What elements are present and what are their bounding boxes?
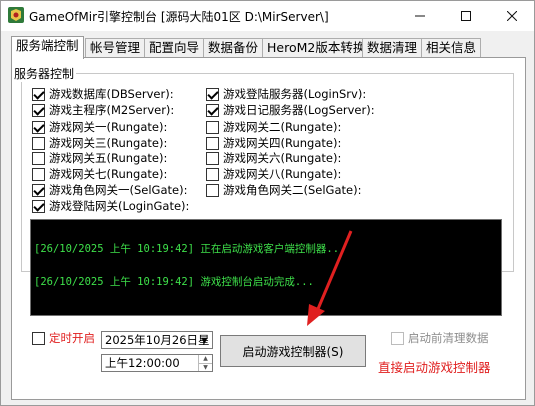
checkbox-box[interactable] — [32, 87, 45, 101]
checkbox-logserver[interactable]: 游戏日记服务器(LogServer): — [206, 102, 375, 118]
checkbox-label: 游戏网关八(Rungate): — [223, 167, 342, 181]
checkbox-box[interactable] — [32, 199, 45, 213]
checkbox-box[interactable] — [206, 167, 219, 181]
checkbox-box[interactable] — [32, 136, 45, 150]
spin-down-icon[interactable]: ▼ — [199, 362, 212, 372]
checkbox-label: 游戏网关三(Rungate): — [49, 136, 168, 150]
cleanup-before-start-checkbox[interactable]: 启动前清理数据 — [391, 330, 489, 346]
start-controller-button[interactable]: 启动游戏控制器(S) — [220, 335, 366, 367]
close-button[interactable] — [489, 1, 535, 31]
close-icon — [507, 11, 517, 21]
time-picker[interactable]: 上午12:00:00 ▲ ▼ — [101, 354, 213, 372]
checkbox-label: 游戏主程序(M2Server): — [49, 103, 175, 117]
annotation-hint: 直接启动游戏控制器 — [378, 360, 491, 375]
maximize-icon — [461, 11, 471, 21]
log-line: [26/10/2025 上午 10:19:42] 游戏控制台启动完成... — [34, 276, 314, 288]
group-title: 服务器控制 — [12, 65, 77, 82]
checkbox-rungate-5[interactable]: 游戏网关五(Rungate): — [32, 150, 167, 166]
minimize-button[interactable] — [397, 1, 443, 31]
checkbox-logingate[interactable]: 游戏登陆网关(LoginGate): — [32, 198, 189, 214]
cleanup-label: 启动前清理数据 — [408, 331, 489, 345]
checkbox-box[interactable] — [206, 103, 219, 117]
checkbox-box[interactable] — [32, 183, 45, 197]
tab-data-cleanup[interactable]: 数据清理 — [362, 38, 423, 58]
checkbox-box[interactable] — [206, 136, 219, 150]
checkbox-box[interactable] — [32, 151, 45, 165]
checkbox-label: 游戏网关一(Rungate): — [49, 120, 168, 134]
tab-account-management[interactable]: 帐号管理 — [85, 38, 146, 58]
checkbox-label: 游戏日记服务器(LogServer): — [223, 103, 375, 117]
checkbox-rungate-6[interactable]: 游戏网关六(Rungate): — [206, 150, 341, 166]
tab-herom2-convert[interactable]: HeroM2版本转换 — [262, 38, 371, 58]
tab-data-backup[interactable]: 数据备份 — [203, 38, 264, 58]
app-icon — [8, 7, 24, 23]
checkbox-label: 游戏角色网关一(SelGate): — [49, 183, 188, 197]
timer-label: 定时开启 — [49, 331, 95, 345]
annotation-arrow-icon — [307, 230, 353, 326]
tab-related-info[interactable]: 相关信息 — [421, 38, 482, 58]
tab-config-wizard[interactable]: 配置向导 — [144, 38, 205, 58]
log-line: [26/10/2025 上午 10:19:42] 正在启动游戏客户端控制器... — [34, 243, 346, 255]
title-bar[interactable]: GameOfMir引擎控制台 [源码大陆01区 D:\MirServer\] — [1, 1, 534, 31]
checkbox-label: 游戏数据库(DBServer): — [49, 87, 174, 101]
checkbox-label: 游戏网关四(Rungate): — [223, 136, 342, 150]
timer-checkbox[interactable]: 定时开启 — [32, 330, 95, 346]
checkbox-rungate-3[interactable]: 游戏网关三(Rungate): — [32, 135, 167, 151]
maximize-button[interactable] — [443, 1, 489, 31]
checkbox-box[interactable] — [391, 331, 404, 345]
spin-up-icon[interactable]: ▲ — [199, 355, 212, 363]
checkbox-selgate-1[interactable]: 游戏角色网关一(SelGate): — [32, 182, 187, 198]
window-title: GameOfMir引擎控制台 [源码大陆01区 D:\MirServer\] — [29, 10, 329, 24]
checkbox-label: 游戏登陆网关(LoginGate): — [49, 199, 190, 213]
date-picker[interactable]: 2025年10月26日星 ▼ — [101, 331, 213, 349]
checkbox-box[interactable] — [206, 151, 219, 165]
checkbox-box[interactable] — [206, 87, 219, 101]
date-value: 2025年10月26日星 — [105, 333, 210, 347]
checkbox-dbserver[interactable]: 游戏数据库(DBServer): — [32, 86, 174, 102]
checkbox-box[interactable] — [206, 183, 219, 197]
time-spinner[interactable]: ▲ ▼ — [198, 355, 212, 371]
main-window: GameOfMir引擎控制台 [源码大陆01区 D:\MirServer\] 服… — [0, 0, 535, 406]
start-button-label: 启动游戏控制器(S) — [242, 344, 344, 359]
checkbox-rungate-4[interactable]: 游戏网关四(Rungate): — [206, 135, 341, 151]
time-value: 上午12:00:00 — [105, 356, 180, 370]
checkbox-rungate-1[interactable]: 游戏网关一(Rungate): — [32, 119, 167, 135]
checkbox-label: 游戏网关七(Rungate): — [49, 167, 168, 181]
checkbox-label: 游戏登陆服务器(LoginSrv): — [223, 87, 367, 101]
checkbox-rungate-7[interactable]: 游戏网关七(Rungate): — [32, 166, 167, 182]
tab-strip: 服务端控制 帐号管理 配置向导 数据备份 HeroM2版本转换 数据清理 相关信… — [11, 36, 531, 59]
checkbox-rungate-8[interactable]: 游戏网关八(Rungate): — [206, 166, 341, 182]
checkbox-loginsrv[interactable]: 游戏登陆服务器(LoginSrv): — [206, 86, 366, 102]
checkbox-label: 游戏网关六(Rungate): — [223, 151, 342, 165]
checkbox-box[interactable] — [32, 120, 45, 134]
checkbox-box[interactable] — [32, 331, 45, 345]
minimize-icon — [415, 15, 425, 17]
checkbox-rungate-2[interactable]: 游戏网关二(Rungate): — [206, 119, 341, 135]
checkbox-label: 游戏角色网关二(SelGate): — [223, 183, 362, 197]
checkbox-label: 游戏网关五(Rungate): — [49, 151, 168, 165]
tab-server-control[interactable]: 服务端控制 — [11, 36, 84, 59]
checkbox-selgate-2[interactable]: 游戏角色网关二(SelGate): — [206, 182, 361, 198]
checkbox-box[interactable] — [206, 120, 219, 134]
checkbox-box[interactable] — [32, 103, 45, 117]
checkbox-box[interactable] — [32, 167, 45, 181]
log-console[interactable]: [26/10/2025 上午 10:19:42] 正在启动游戏客户端控制器...… — [30, 219, 502, 316]
checkbox-label: 游戏网关二(Rungate): — [223, 120, 342, 134]
chevron-down-icon[interactable]: ▼ — [197, 332, 212, 348]
checkbox-m2server[interactable]: 游戏主程序(M2Server): — [32, 102, 174, 118]
